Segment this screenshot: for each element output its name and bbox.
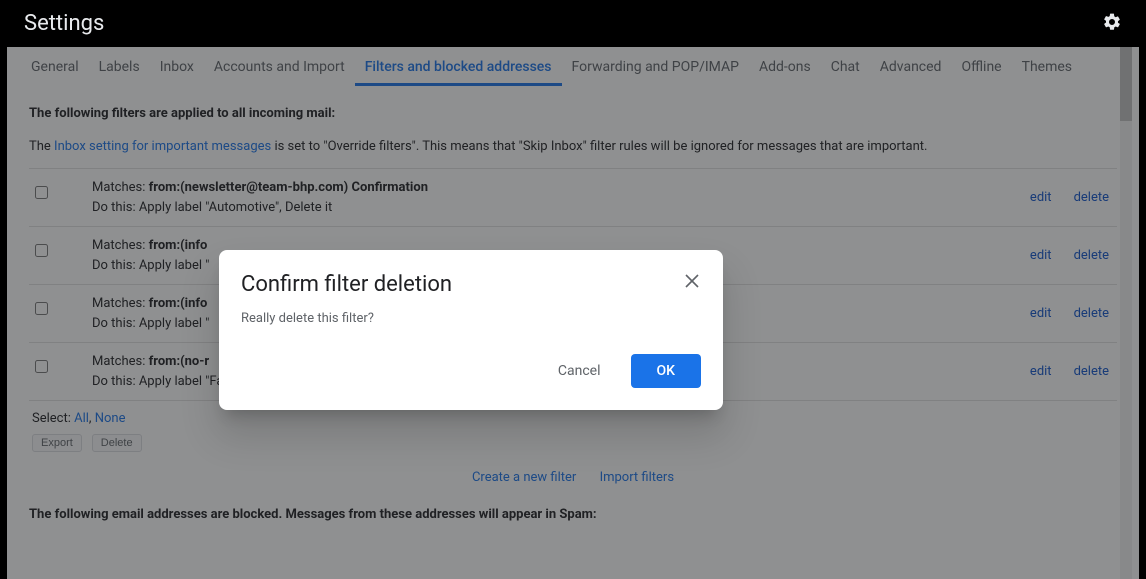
confirm-filter-deletion-dialog: Confirm filter deletion Really delete th… (219, 250, 723, 410)
app-header: Settings (0, 0, 1146, 47)
settings-gear-button[interactable] (1102, 12, 1122, 36)
gear-icon (1102, 12, 1122, 32)
ok-button[interactable]: OK (631, 354, 702, 388)
dialog-actions: Cancel OK (219, 326, 723, 410)
dialog-close-button[interactable] (683, 272, 701, 294)
dialog-header: Confirm filter deletion (219, 250, 723, 297)
page-title: Settings (24, 11, 104, 36)
cancel-button[interactable]: Cancel (536, 354, 623, 388)
dialog-body: Really delete this filter? (219, 297, 723, 326)
dialog-title: Confirm filter deletion (241, 272, 452, 297)
close-icon (685, 274, 699, 288)
